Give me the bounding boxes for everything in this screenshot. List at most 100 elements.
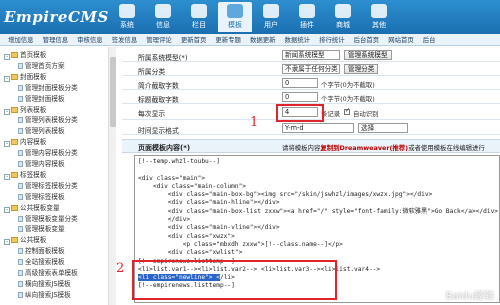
watermark: Baidu经验: [445, 291, 494, 302]
nav-info[interactable]: 信息: [146, 2, 180, 32]
folder-icon: [11, 106, 18, 113]
sidebar-item-label: 内容模板: [20, 138, 47, 147]
quick-link[interactable]: 管理信息: [43, 35, 69, 44]
sidebar-folder[interactable]: - 标签模板: [4, 169, 46, 180]
nav-label: 模板: [228, 21, 242, 29]
page-icon: [18, 226, 23, 233]
sidebar-item-label: 高级搜索表单模板: [25, 269, 78, 277]
sidebar-item-label: 管理封面模板: [25, 94, 65, 103]
template-form: 所属系统模型(*) 新闻系统模型 管理系统模型 所属分类 不隶属于任何分类 管理…: [116, 47, 500, 305]
sidebar-folder[interactable]: - 内容模板: [4, 136, 47, 148]
sidebar-folder[interactable]: - 封面模板: [4, 71, 46, 82]
title-note: 个字节(0为不截取): [321, 95, 375, 103]
page-icon: [18, 259, 23, 266]
sidebar-item[interactable]: 管理模板变量分类: [18, 213, 78, 223]
page-icon: [18, 62, 23, 69]
sidebar-scrollbar[interactable]: [108, 47, 116, 305]
model-select[interactable]: 新闻系统模型: [282, 50, 340, 60]
row-time: 时间显示格式 Y-m-d 选择: [122, 122, 500, 135]
sidebar-item[interactable]: 管理封面模板: [18, 93, 65, 103]
sidebar-item[interactable]: 管理标签模板: [18, 191, 65, 201]
collapse-icon[interactable]: -: [4, 239, 10, 246]
quick-link[interactable]: 增加信息: [8, 35, 34, 44]
nav-template[interactable]: 模板: [218, 2, 252, 32]
sidebar-folder[interactable]: - 公共模板变量: [4, 202, 60, 213]
sidebar-item-label: 管理标签模板: [25, 192, 65, 201]
folder-icon: [11, 237, 18, 244]
nav-plugin[interactable]: 插件: [290, 2, 324, 32]
sidebar-item-label: 管理首页方案: [25, 61, 65, 70]
quick-link[interactable]: 更新专题: [215, 35, 241, 44]
sidebar-item[interactable]: 全站搜索模板: [18, 256, 65, 266]
sidebar-folder[interactable]: - 列表模板: [4, 104, 46, 115]
code-line: <div class="main-box-list zxxw"><a href=…: [138, 207, 499, 215]
sidebar-item-label: 公共模板: [20, 236, 47, 245]
quick-link[interactable]: 管理评论: [146, 35, 172, 44]
page-icon: [18, 182, 23, 189]
sidebar-item-label: 管理封面模板分类: [25, 83, 78, 92]
sidebar-item[interactable]: 横向搜索JS模板: [18, 278, 71, 288]
sidebar-item-label: 公共模板变量: [20, 203, 60, 212]
quick-link[interactable]: 数据统计: [285, 35, 311, 44]
collapse-icon[interactable]: -: [4, 75, 10, 82]
collapse-icon[interactable]: -: [4, 173, 10, 180]
collapse-icon[interactable]: -: [4, 54, 10, 60]
manage-model-button[interactable]: 管理系统模型: [344, 50, 392, 60]
code-line: <div class="main-vline"></div>: [138, 224, 280, 232]
code-line: </div>: [138, 216, 191, 224]
collapse-icon[interactable]: -: [4, 206, 10, 213]
folder-icon: [11, 204, 18, 211]
quick-link[interactable]: 网站首页: [388, 35, 414, 44]
class-select[interactable]: 不隶属于任何分类: [282, 64, 340, 74]
time-format-input[interactable]: Y-m-d: [282, 123, 354, 133]
nav-user[interactable]: 用户: [254, 2, 288, 32]
quick-link[interactable]: 审核信息: [77, 35, 103, 44]
sidebar-item[interactable]: 高级搜索表单模板: [18, 267, 78, 277]
quick-link[interactable]: 排行统计: [319, 35, 345, 44]
quick-link[interactable]: 签发信息: [112, 35, 138, 44]
sidebar-item-label: 管理标签模板分类: [25, 181, 78, 190]
quick-link[interactable]: 数据更新: [250, 35, 276, 44]
autoid-checkbox[interactable]: [344, 107, 350, 115]
nav-label: 信息: [156, 21, 170, 29]
sidebar-folder[interactable]: - 公共模板: [4, 234, 47, 246]
intro-input[interactable]: 0: [282, 78, 318, 88]
quick-link[interactable]: 后台: [423, 35, 436, 44]
quick-link[interactable]: 更新首页: [181, 35, 207, 44]
sidebar-folder[interactable]: - 首页模板: [4, 49, 47, 60]
nav-column[interactable]: 栏目: [182, 2, 216, 32]
manage-class-button[interactable]: 管理分类: [344, 64, 379, 74]
nav-system[interactable]: 系统: [110, 2, 144, 32]
nav-other[interactable]: 其他: [362, 2, 396, 32]
sidebar-item[interactable]: 管理首页方案: [18, 60, 65, 70]
folder-icon: [11, 139, 18, 146]
sidebar-item[interactable]: 管理模板变量: [18, 223, 65, 233]
highlight-box-1: [276, 104, 324, 122]
row-intro: 简介截取字数 0 个字节(0为不截取): [122, 77, 500, 90]
sidebar-item[interactable]: 管理封面模板分类: [18, 82, 78, 92]
time-format-select[interactable]: 选择: [358, 123, 408, 133]
page-icon: [18, 280, 23, 287]
page-icon: [18, 95, 23, 102]
row-title: 标题截取字数 0 个字节(0为不截取): [122, 91, 500, 104]
content-label: 页面模板内容(*): [138, 144, 191, 152]
nav-shop[interactable]: 商城: [326, 2, 360, 32]
highlight-box-2: [132, 260, 337, 300]
collapse-icon[interactable]: -: [4, 108, 10, 115]
collapse-icon[interactable]: -: [4, 141, 10, 148]
title-input[interactable]: 0: [282, 92, 318, 102]
sidebar-item[interactable]: 管理列表模板: [18, 125, 65, 135]
sidebar-item[interactable]: 管理内容模板: [18, 158, 65, 168]
sidebar-item[interactable]: 纵向搜索JS模板: [18, 289, 71, 299]
sidebar-item[interactable]: 管理标签模板分类: [18, 180, 78, 190]
quick-link[interactable]: 后台首页: [354, 35, 380, 44]
sidebar-item-label: 首页模板: [20, 51, 47, 59]
title-label: 标题截取字数: [138, 96, 179, 104]
autoid-label: 自动识别: [353, 110, 379, 118]
scroll-thumb[interactable]: [110, 57, 116, 127]
page-icon: [18, 161, 23, 167]
sidebar-item[interactable]: 管理列表模板分类: [18, 114, 78, 125]
sidebar-item-label: 管理列表模板分类: [25, 116, 78, 125]
sidebar-item[interactable]: 控制面板模板: [18, 245, 65, 255]
sidebar-item[interactable]: 管理内容模板分类: [18, 147, 78, 157]
